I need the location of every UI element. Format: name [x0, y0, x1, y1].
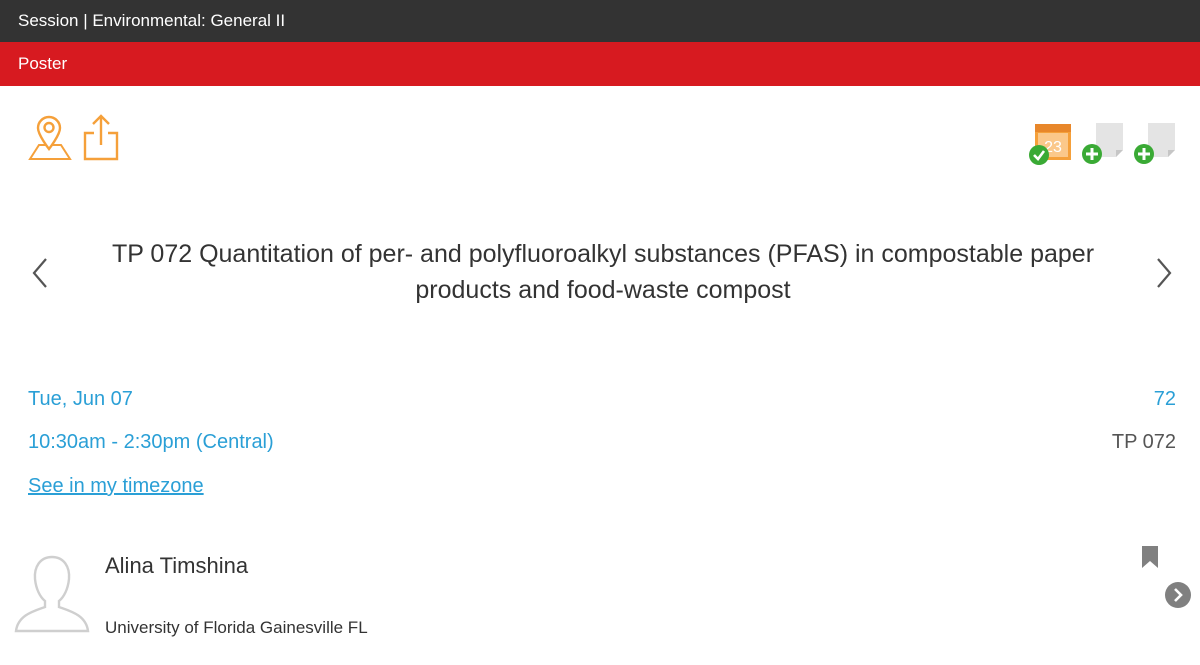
map-pin-icon[interactable] — [27, 115, 73, 161]
share-icon[interactable] — [82, 113, 120, 161]
type-banner: Poster — [0, 42, 1200, 86]
calendar-added-icon[interactable]: 23 — [1027, 120, 1073, 166]
previous-arrow-icon[interactable] — [28, 255, 52, 291]
chevron-right-circle-icon[interactable] — [1164, 581, 1192, 609]
avatar — [12, 553, 92, 635]
session-header: Session | Environmental: General II — [0, 0, 1200, 42]
add-note-icon[interactable] — [1078, 120, 1128, 168]
presentation-code: TP 072 — [1111, 431, 1176, 453]
next-arrow-icon[interactable] — [1152, 255, 1176, 291]
presenter-affiliation: University of Florida Gainesville FL — [105, 618, 368, 637]
presenter-name[interactable]: Alina Timshina — [105, 553, 248, 579]
poster-number: 72 — [1153, 388, 1176, 410]
add-note-icon[interactable] — [1130, 120, 1180, 168]
presentation-date: Tue, Jun 07 — [28, 388, 133, 410]
presentation-title: TP 072 Quantitation of per- and polyfluo… — [111, 240, 1095, 304]
see-in-my-timezone-link[interactable]: See in my timezone — [28, 475, 204, 498]
presentation-time: 10:30am - 2:30pm (Central) — [28, 431, 274, 453]
bookmark-icon[interactable] — [1141, 545, 1159, 569]
